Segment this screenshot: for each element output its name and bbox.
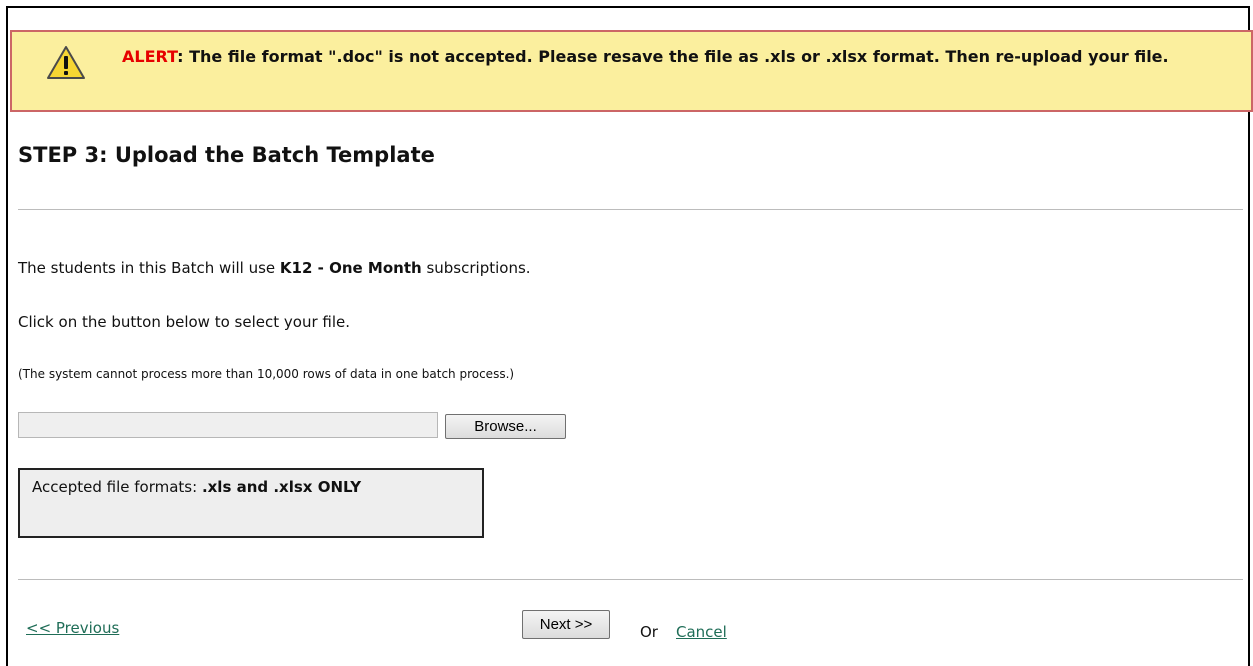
- alert-message: ALERT: The file format ".doc" is not acc…: [122, 46, 1231, 67]
- alert-banner: ALERT: The file format ".doc" is not acc…: [10, 30, 1253, 112]
- subscription-suffix: subscriptions.: [421, 259, 531, 277]
- divider-top: [18, 209, 1243, 210]
- previous-link[interactable]: << Previous: [26, 619, 119, 637]
- alert-message-text: : The file format ".doc" is not accepted…: [177, 47, 1169, 66]
- formats-list: .xls and .xlsx ONLY: [201, 478, 362, 496]
- file-path-input[interactable]: [18, 412, 438, 438]
- divider-bottom: [18, 579, 1243, 580]
- row-limit-note: (The system cannot process more than 10,…: [18, 367, 515, 381]
- warning-icon: [47, 46, 85, 79]
- page-title: STEP 3: Upload the Batch Template: [18, 143, 435, 167]
- upload-instruction: Click on the button below to select your…: [18, 313, 350, 331]
- accepted-formats-box: Accepted file formats: .xls and .xlsx ON…: [18, 468, 484, 538]
- formats-prefix: Accepted file formats:: [32, 478, 202, 496]
- subscription-info: The students in this Batch will use K12 …: [18, 259, 531, 277]
- browse-button[interactable]: Browse...: [445, 414, 566, 439]
- alert-label: ALERT: [122, 47, 178, 66]
- cancel-link[interactable]: Cancel: [676, 623, 727, 641]
- next-button[interactable]: Next >>: [522, 610, 610, 639]
- subscription-plan: K12 - One Month: [279, 259, 422, 277]
- subscription-prefix: The students in this Batch will use: [18, 259, 280, 277]
- or-text: Or: [640, 623, 658, 641]
